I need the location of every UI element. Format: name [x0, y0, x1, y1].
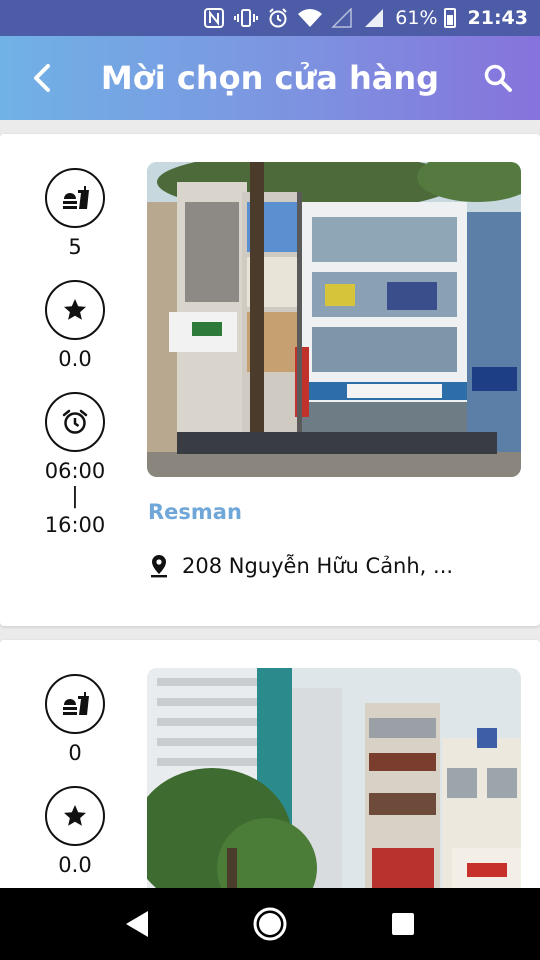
battery-percent: 61%: [395, 7, 438, 29]
open-time: 06:00: [44, 459, 106, 483]
back-button[interactable]: [0, 36, 84, 120]
arrow-left-icon: [34, 64, 50, 92]
nav-back-button[interactable]: [107, 894, 167, 954]
rating-group: 0.0: [45, 280, 105, 372]
store-photo: [147, 162, 521, 477]
store-card[interactable]: 0 0.0: [0, 640, 540, 888]
store-card[interactable]: 5 0.0 06:00 | 16:00 Resman 208 Nguyễn Hữ…: [0, 134, 540, 626]
store-list: 5 0.0 06:00 | 16:00 Resman 208 Nguyễn Hữ…: [0, 120, 540, 888]
signal-icon-1: [329, 6, 355, 30]
search-button[interactable]: [456, 36, 540, 120]
dish-count-group: 0: [45, 674, 105, 766]
wifi-icon: [297, 6, 323, 30]
store-photo: [147, 668, 521, 888]
fastfood-icon: [45, 674, 105, 734]
battery-icon: [443, 8, 456, 28]
store-name[interactable]: Resman: [148, 500, 242, 524]
rating-value: 0.0: [58, 347, 92, 371]
close-time: 16:00: [44, 513, 106, 537]
dish-count: 5: [68, 235, 82, 259]
rating-value: 0.0: [58, 853, 92, 877]
triangle-back-icon: [125, 911, 148, 937]
nfc-icon: [201, 6, 227, 30]
signal-icon-2: [361, 6, 387, 30]
nav-recents-button[interactable]: [373, 894, 433, 954]
nav-home-button[interactable]: [240, 894, 300, 954]
search-icon: [484, 64, 512, 92]
home-circle-icon: [253, 907, 287, 941]
rating-group: 0.0: [45, 786, 105, 878]
app-bar: Mời chọn cửa hàng: [0, 36, 540, 120]
star-icon: [45, 786, 105, 846]
fastfood-icon: [45, 168, 105, 228]
store-stats: 0 0.0: [42, 674, 108, 888]
system-nav-bar: [0, 888, 540, 960]
store-address: 208 Nguyễn Hữu Cảnh, ...: [150, 554, 453, 578]
square-recents-icon: [392, 913, 415, 935]
time-separator: |: [71, 484, 79, 509]
vibrate-icon: [233, 6, 259, 30]
location-pin-icon: [151, 555, 167, 578]
dish-count: 0: [68, 741, 82, 765]
store-stats: 5 0.0 06:00 | 16:00: [42, 168, 108, 558]
status-bar: 61% 21:43: [0, 0, 540, 36]
alarm-icon: [265, 6, 291, 30]
status-clock: 21:43: [467, 7, 528, 29]
page-title: Mời chọn cửa hàng: [100, 59, 440, 97]
hours-group: 06:00 | 16:00: [44, 392, 106, 538]
alarm-clock-icon: [45, 392, 105, 452]
dish-count-group: 5: [45, 168, 105, 260]
address-text: 208 Nguyễn Hữu Cảnh, ...: [182, 554, 454, 578]
star-icon: [45, 280, 105, 340]
